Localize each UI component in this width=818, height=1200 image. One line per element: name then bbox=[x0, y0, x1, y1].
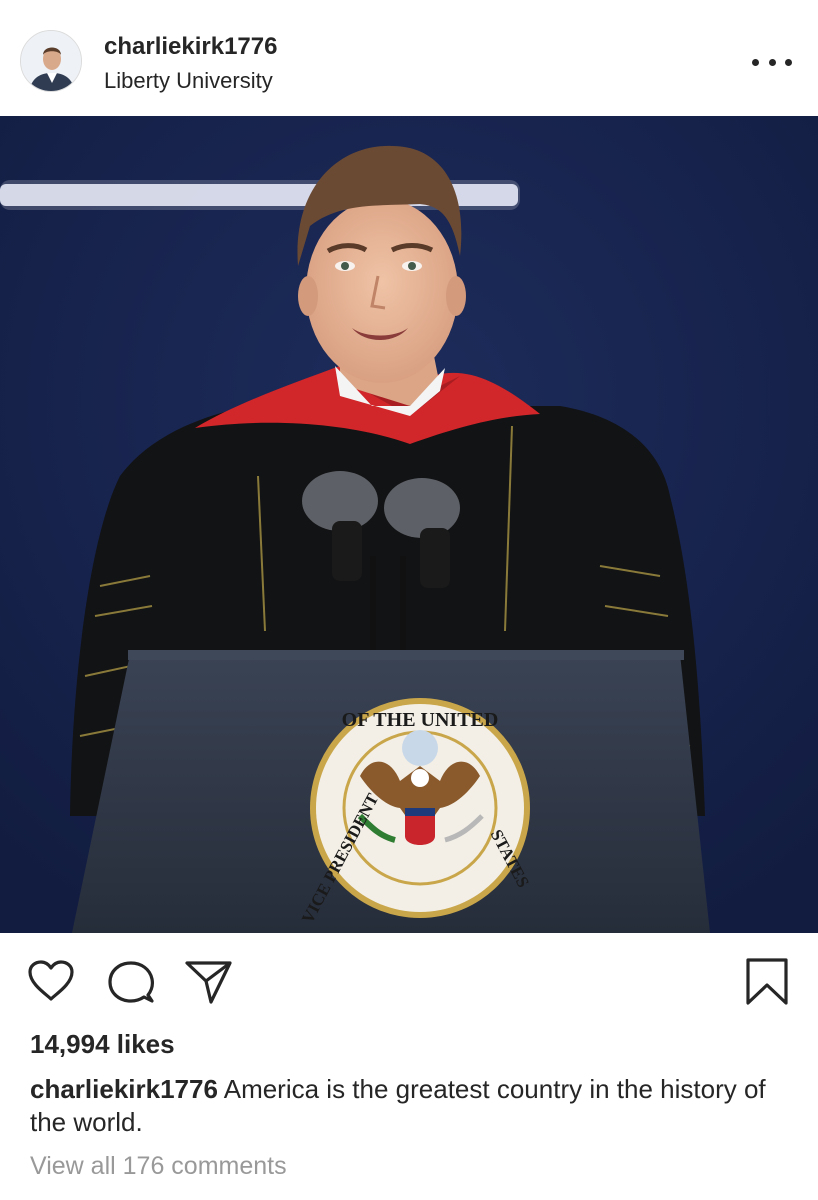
bookmark-icon[interactable] bbox=[744, 957, 790, 1007]
like-count[interactable]: 14,994 likes bbox=[30, 1029, 175, 1060]
avatar-image bbox=[21, 31, 81, 91]
paper-plane-icon[interactable] bbox=[184, 959, 234, 1005]
avatar[interactable] bbox=[20, 30, 82, 92]
action-bar bbox=[0, 933, 818, 1023]
post-header: charliekirk1776 Liberty University bbox=[0, 0, 818, 116]
dot bbox=[768, 58, 776, 66]
dot bbox=[785, 58, 792, 66]
more-options-icon[interactable] bbox=[752, 50, 792, 74]
view-comments-link[interactable]: View all 176 comments bbox=[30, 1152, 287, 1181]
seal-text-top: OF THE UNITED bbox=[342, 709, 499, 731]
post-caption: charliekirk1776 America is the greatest … bbox=[30, 1073, 770, 1139]
post-location[interactable]: Liberty University bbox=[104, 68, 273, 94]
caption-username[interactable]: charliekirk1776 bbox=[30, 1074, 218, 1104]
comment-icon[interactable] bbox=[106, 959, 156, 1007]
post-photo[interactable]: OF THE UNITED VICE PRESIDENT STATES bbox=[0, 116, 818, 933]
dot bbox=[752, 58, 759, 66]
speaker-at-podium-image: OF THE UNITED VICE PRESIDENT STATES bbox=[0, 116, 818, 933]
heart-icon[interactable] bbox=[26, 959, 76, 1003]
post-username[interactable]: charliekirk1776 bbox=[104, 33, 277, 61]
